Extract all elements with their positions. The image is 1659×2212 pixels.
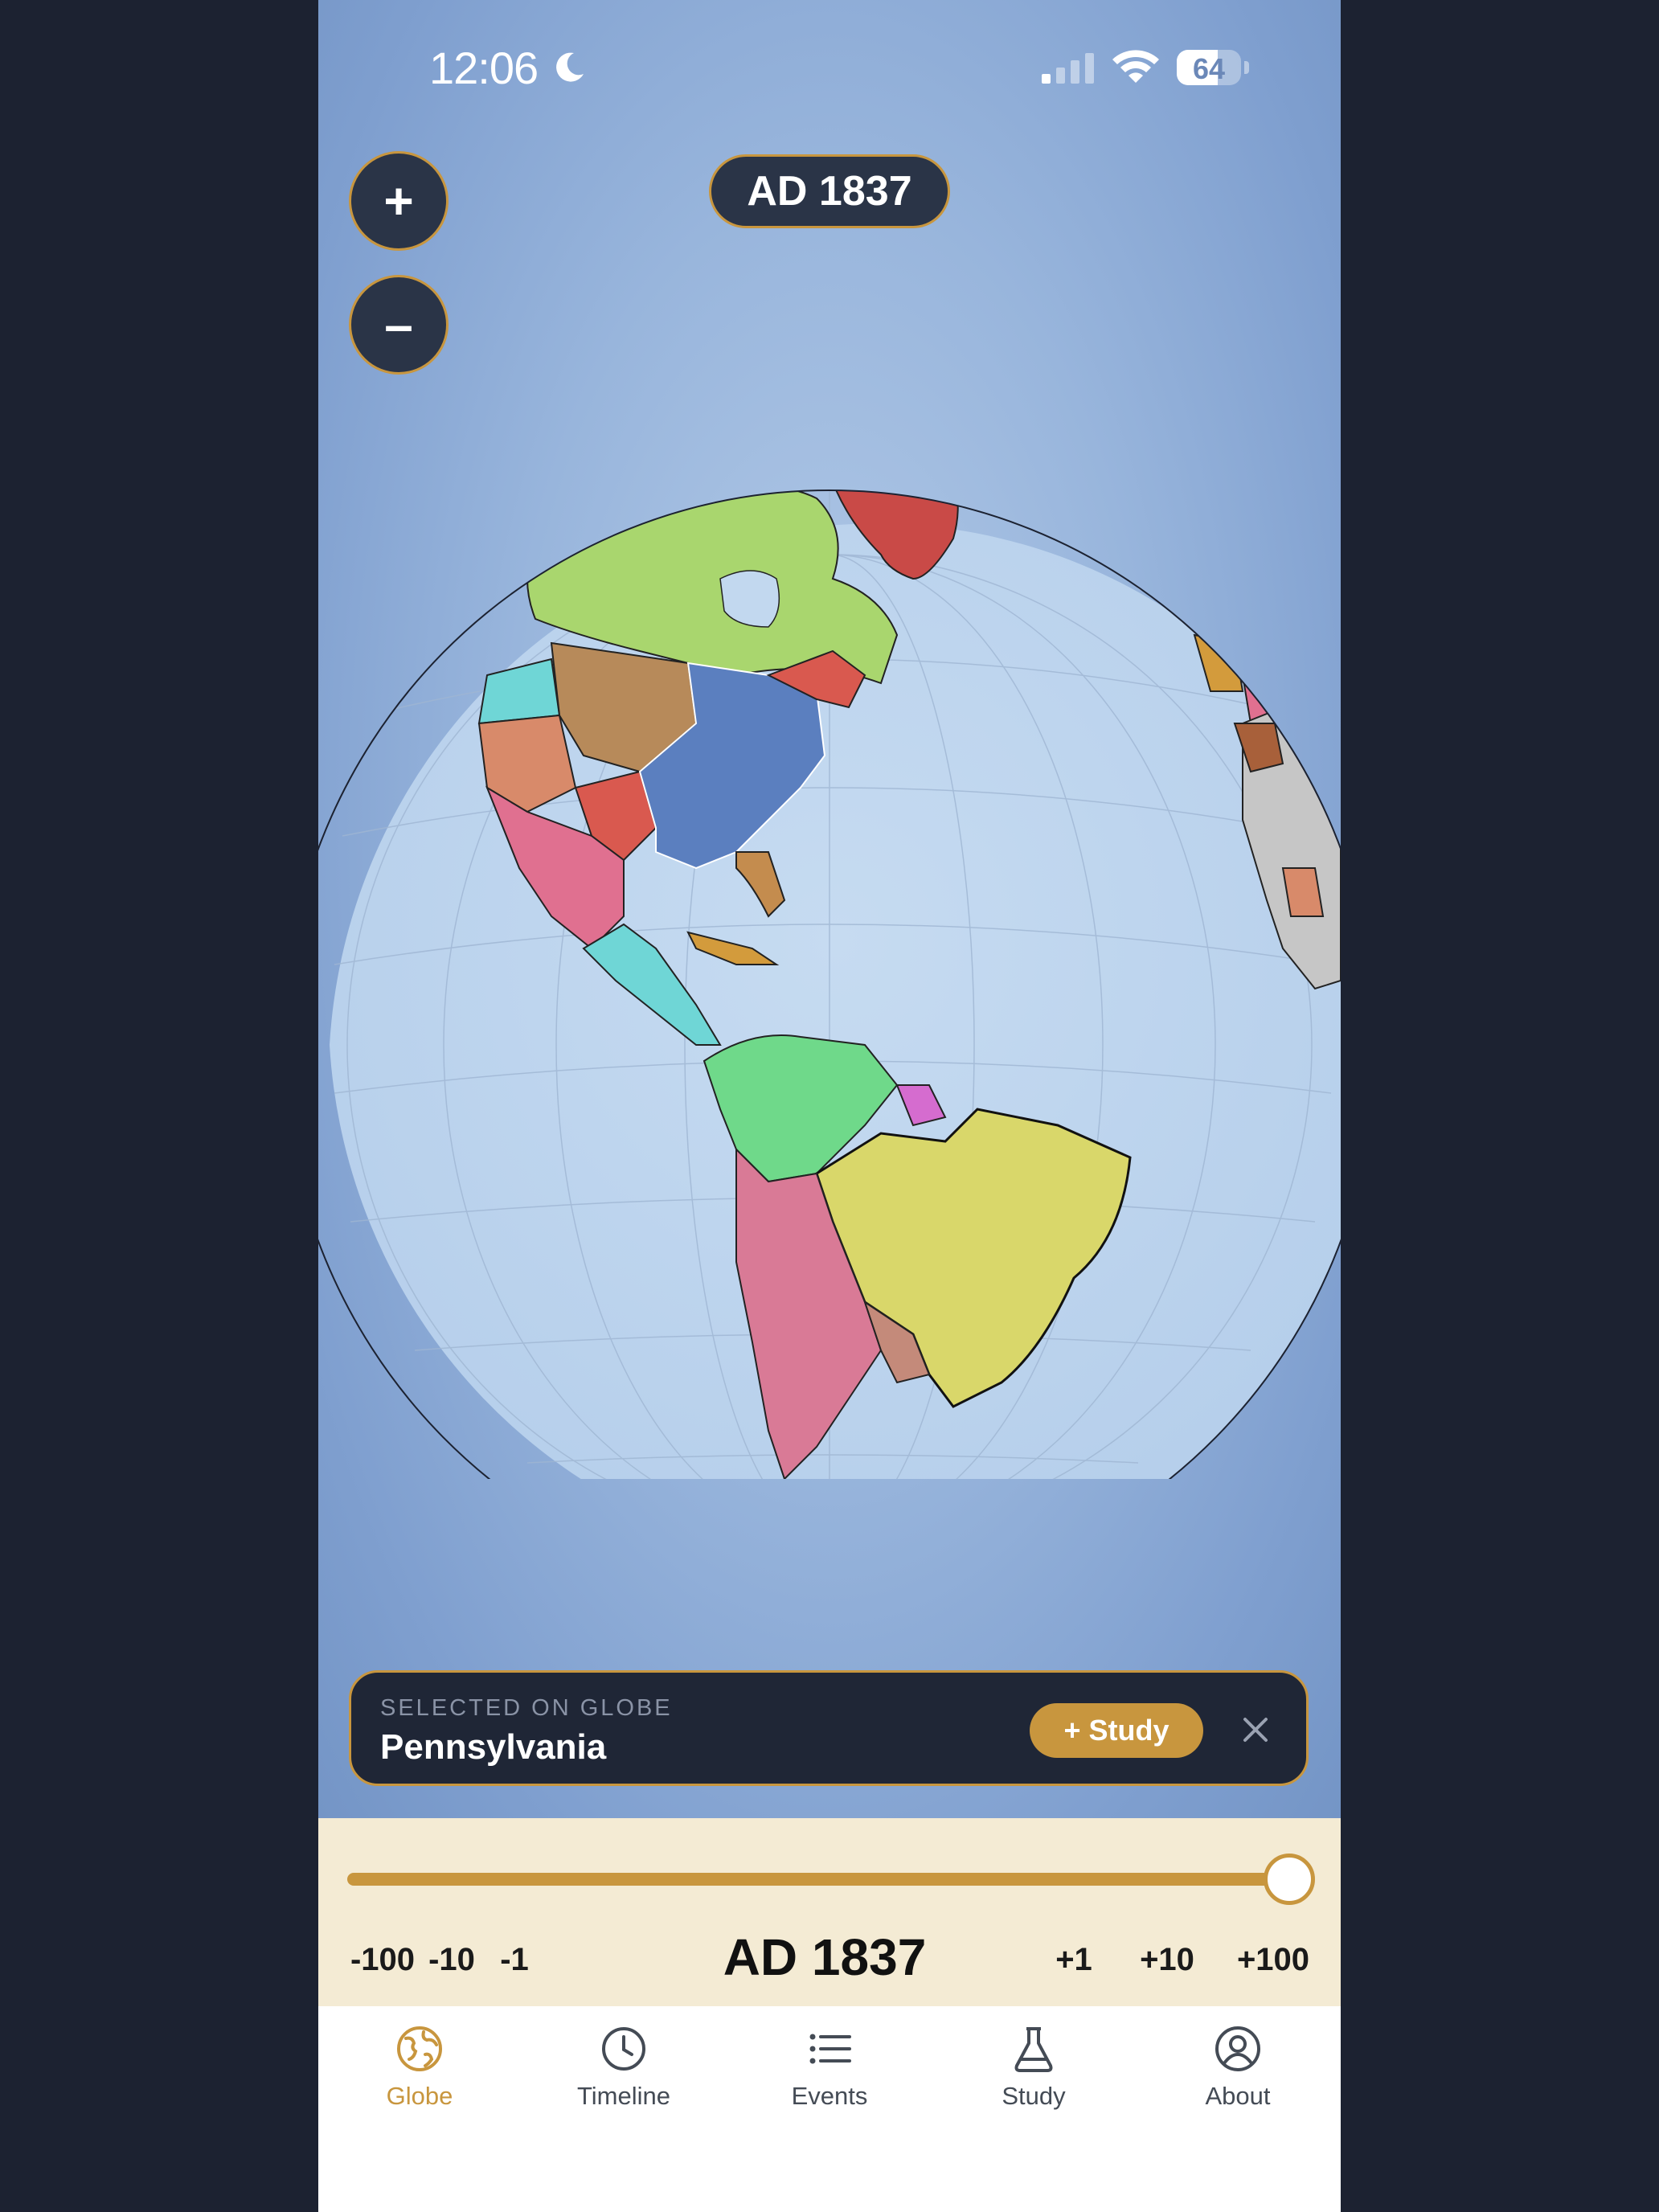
step-minus-1-button[interactable]: -1	[466, 1942, 563, 1978]
tab-label: About	[1205, 2082, 1271, 2110]
zoom-in-button[interactable]: +	[349, 151, 449, 251]
phone-screen: 12:06 64 + – AD 1837 SELECTED ON GLOBE P…	[318, 0, 1341, 2212]
moon-icon	[556, 52, 584, 82]
tab-bar: Globe Timeline Events Study About	[318, 2006, 1341, 2212]
status-time: 12:06	[429, 43, 539, 93]
cellular-signal-icon	[1042, 53, 1094, 84]
tab-events[interactable]: Events	[741, 2024, 918, 2111]
battery-level: 64	[1192, 52, 1226, 85]
close-icon[interactable]	[1235, 1710, 1276, 1750]
list-icon	[809, 2034, 851, 2064]
time-control-panel: -100 -10 -1 AD 1837 +1 +10 +100	[318, 1818, 1341, 2006]
add-study-button[interactable]: + Study	[1030, 1703, 1203, 1758]
step-plus-1-button[interactable]: +1	[1026, 1942, 1122, 1978]
step-plus-100-button[interactable]: +100	[1225, 1942, 1321, 1978]
tab-label: Events	[791, 2082, 868, 2110]
battery-icon: 64	[1177, 50, 1241, 85]
selection-caption: SELECTED ON GLOBE	[380, 1695, 673, 1721]
globe-map[interactable]	[318, 338, 1341, 1479]
current-year: AD 1837	[723, 1928, 927, 1986]
wifi-icon	[1112, 50, 1159, 83]
map-area: 12:06 64 + – AD 1837 SELECTED ON GLOBE P…	[318, 0, 1341, 1818]
tab-study[interactable]: Study	[945, 2024, 1122, 2111]
year-badge: AD 1837	[709, 154, 950, 228]
step-plus-10-button[interactable]: +10	[1119, 1942, 1215, 1978]
selection-name: Pennsylvania	[380, 1727, 607, 1767]
selection-card: SELECTED ON GLOBE Pennsylvania + Study	[349, 1670, 1309, 1786]
tab-timeline[interactable]: Timeline	[535, 2024, 712, 2111]
tab-label: Timeline	[577, 2082, 670, 2110]
status-bar: 12:06 64	[318, 0, 1341, 137]
tab-label: Study	[1002, 2082, 1066, 2110]
tab-about[interactable]: About	[1149, 2024, 1326, 2111]
year-slider-track[interactable]	[347, 1873, 1288, 1886]
tab-label: Globe	[386, 2082, 453, 2110]
year-slider-thumb[interactable]	[1264, 1854, 1315, 1905]
globe-icon	[397, 2026, 442, 2071]
clock-icon	[602, 2027, 645, 2071]
tab-globe[interactable]: Globe	[331, 2024, 508, 2111]
flask-icon	[1014, 2027, 1053, 2072]
person-circle-icon	[1215, 2026, 1260, 2071]
